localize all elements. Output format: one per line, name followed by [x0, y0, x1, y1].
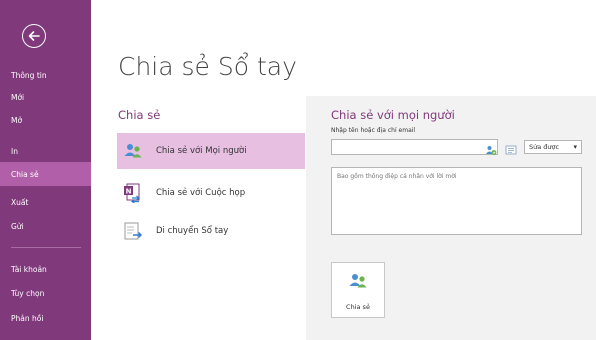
nav-item-label: Gửi: [11, 221, 24, 231]
people-icon: [348, 271, 368, 295]
onenote-meeting-icon: N: [123, 183, 143, 203]
nav-item-label: Tài khoản: [11, 264, 47, 274]
nav-item-account[interactable]: Tài khoản: [0, 257, 91, 281]
nav-item-share[interactable]: Chia sẻ: [0, 162, 91, 186]
email-input[interactable]: [331, 139, 498, 155]
page-title: Chia sẻ Sổ tay: [118, 52, 297, 81]
nav-item-options[interactable]: Tùy chọn: [0, 281, 91, 305]
section-heading: Chia sẻ: [118, 108, 161, 122]
sidebar: Thông tin Mới Mở In Chia sẻ Xuất Gửi Tài…: [0, 0, 91, 340]
share-button[interactable]: Chia sẻ: [331, 262, 385, 318]
nav-item-label: Xuất: [11, 197, 29, 207]
svg-text:N: N: [126, 188, 132, 196]
nav-item-export[interactable]: Xuất: [0, 190, 91, 214]
nav-item-label: Thông tin: [11, 70, 47, 80]
share-button-label: Chia sẻ: [346, 303, 370, 311]
nav-item-label: Mở: [11, 115, 23, 125]
back-button[interactable]: [22, 24, 46, 48]
nav-item-print[interactable]: In: [0, 139, 91, 163]
nav-item-info[interactable]: Thông tin: [0, 63, 91, 87]
nav-item-label: Phản hồi: [11, 313, 44, 323]
permission-value: Sửa được: [529, 143, 560, 151]
check-names-icon[interactable]: [485, 141, 497, 155]
nav-item-label: Chia sẻ: [11, 169, 39, 179]
sidebar-divider: [11, 247, 81, 248]
nav-item-open[interactable]: Mở: [0, 108, 91, 132]
option-share-with-people[interactable]: Chia sẻ với Mọi người: [117, 133, 305, 169]
chevron-down-icon: ▾: [573, 143, 577, 151]
nav-item-label: Tùy chọn: [11, 288, 45, 298]
nav-item-label: Mới: [11, 92, 25, 102]
message-input[interactable]: [331, 167, 582, 235]
people-icon: [123, 141, 143, 161]
address-book-icon[interactable]: [505, 141, 517, 155]
nav-item-label: In: [11, 146, 18, 156]
nav-item-feedback[interactable]: Phản hồi: [0, 306, 91, 330]
arrow-left-icon: [28, 31, 40, 41]
nav-item-send[interactable]: Gửi: [0, 214, 91, 238]
option-label: Chia sẻ với Mọi người: [156, 146, 247, 156]
option-share-with-meeting[interactable]: N Chia sẻ với Cuộc họp: [117, 175, 305, 211]
email-label: Nhập tên hoặc địa chỉ email: [331, 127, 416, 134]
nav-item-new[interactable]: Mới: [0, 88, 91, 106]
option-move-notebook[interactable]: Di chuyển Sổ tay: [117, 213, 305, 249]
permission-select[interactable]: Sửa được ▾: [524, 140, 582, 154]
share-panel-title: Chia sẻ với mọi người: [331, 108, 455, 122]
move-notebook-icon: [123, 221, 143, 241]
option-label: Di chuyển Sổ tay: [156, 226, 229, 236]
option-label: Chia sẻ với Cuộc họp: [156, 188, 246, 198]
